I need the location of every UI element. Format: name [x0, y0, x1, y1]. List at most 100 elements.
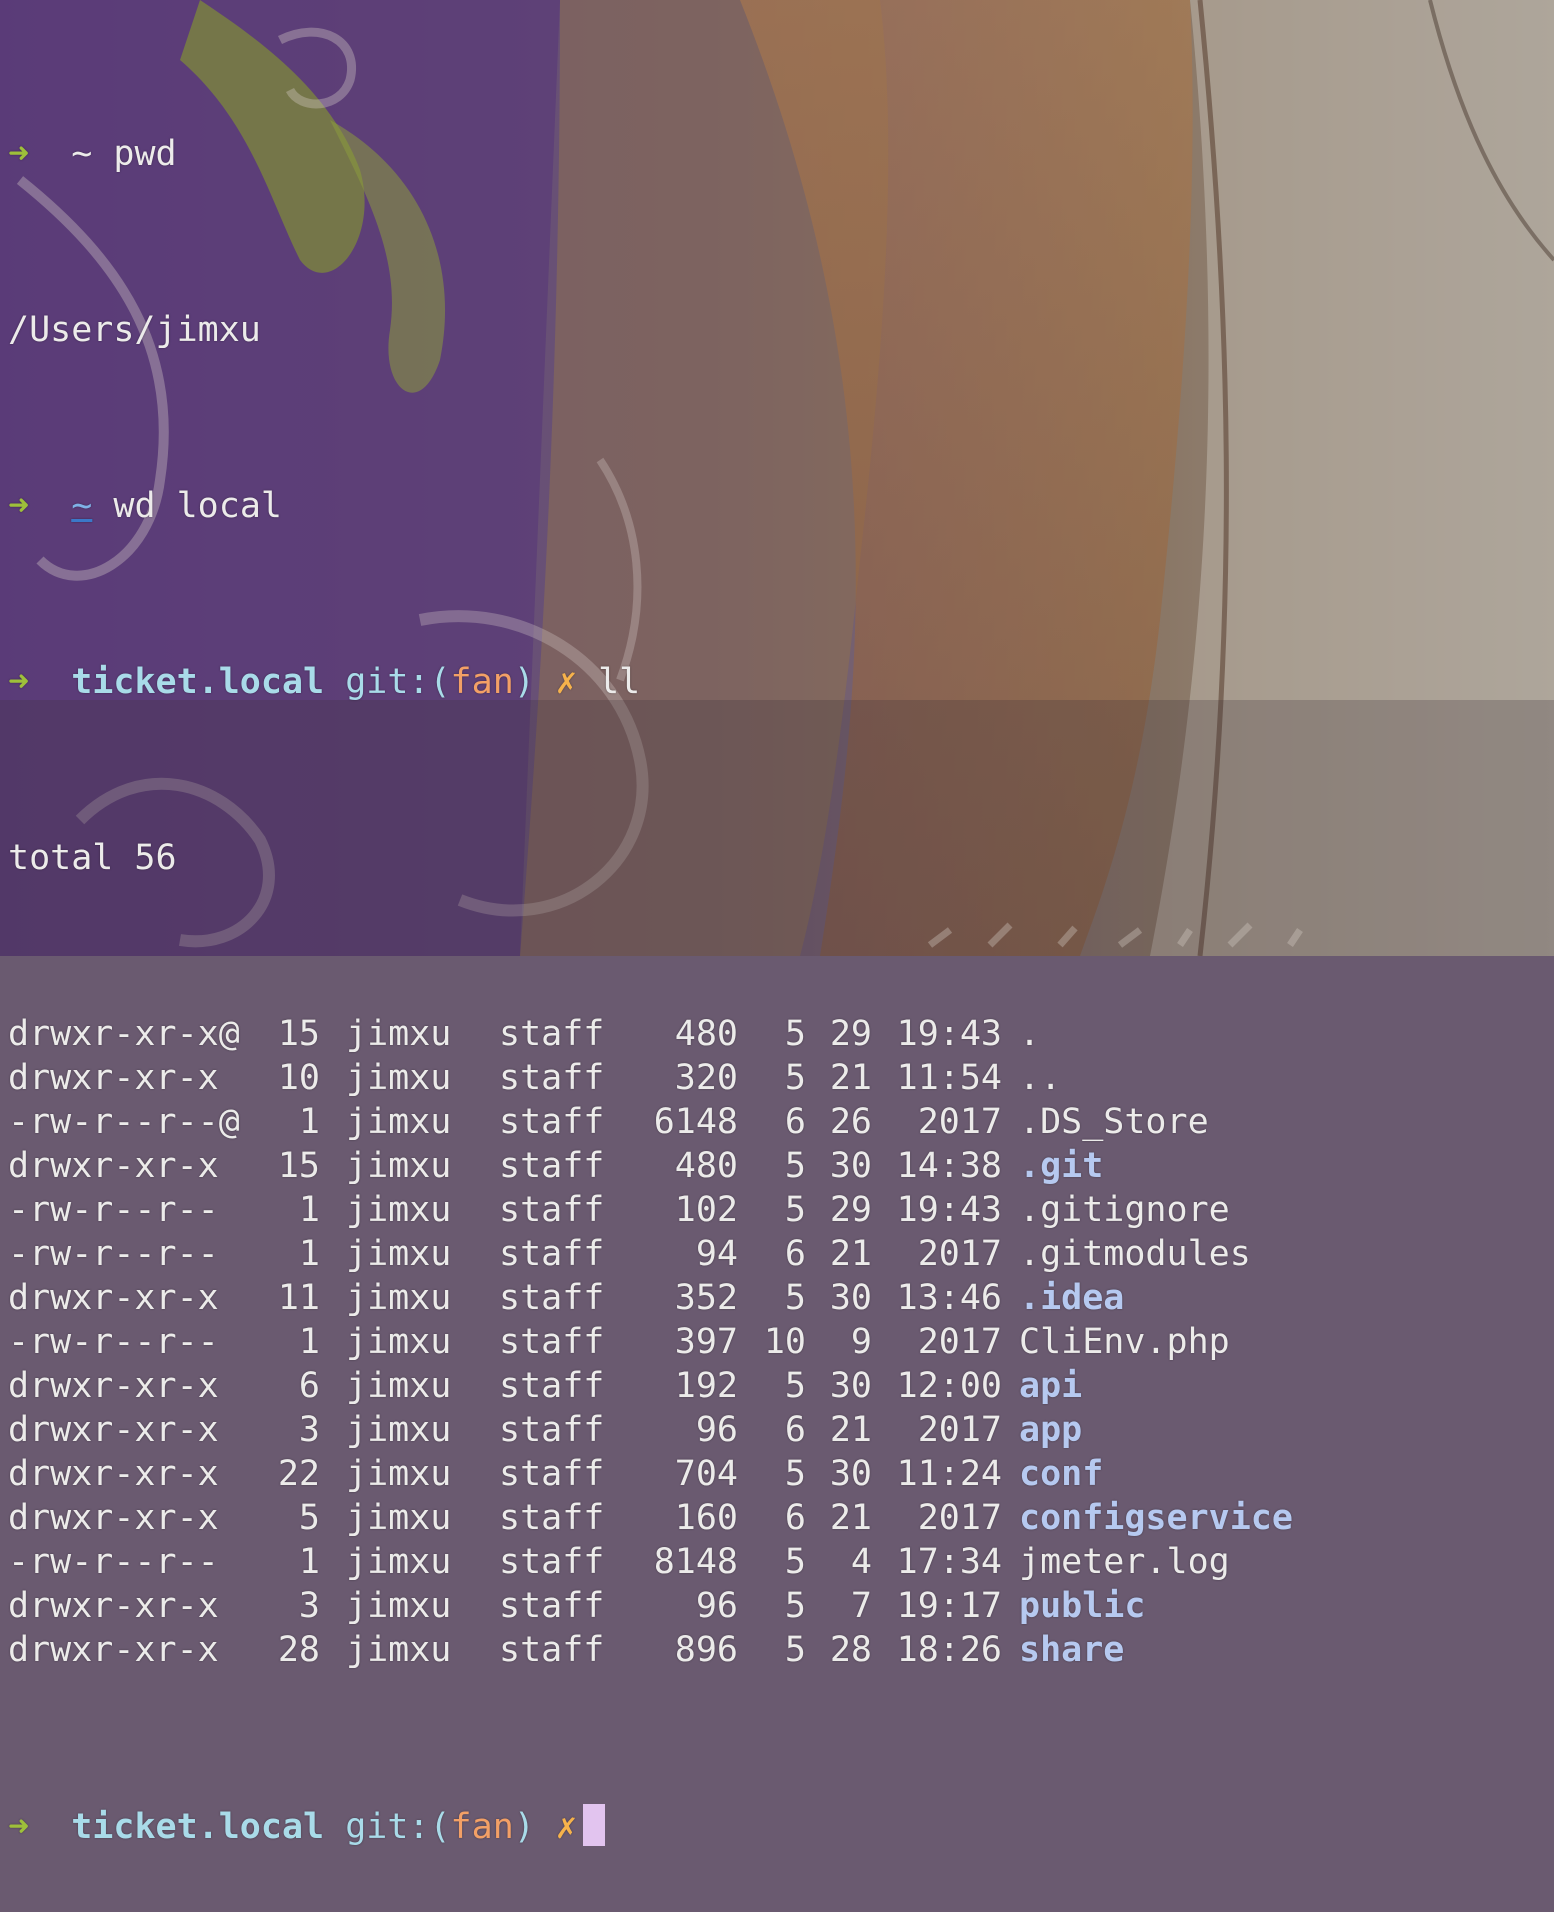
listing-time: 11:24: [896, 1454, 1002, 1494]
listing-owner: jimxu: [346, 1322, 452, 1362]
listing-row: -rw-r--r-- 1 jimxu staff 8148 5 4 17:34 jmeter.l…: [8, 1540, 1554, 1584]
prompt-line: ➜ ~ pwd: [8, 132, 1554, 176]
listing-month: 5: [784, 1366, 806, 1406]
listing-day: 28: [829, 1630, 872, 1670]
listing-day: 21: [829, 1234, 872, 1274]
listing-name: .: [1019, 1014, 1041, 1054]
listing-name: .DS_Store: [1019, 1102, 1209, 1142]
listing-day: 30: [829, 1146, 872, 1186]
listing-group: staff: [499, 1542, 605, 1582]
listing-group: staff: [499, 1630, 605, 1670]
listing-day: 4: [850, 1542, 872, 1582]
listing-name: conf: [1019, 1454, 1104, 1494]
git-prefix: git:(: [345, 1807, 451, 1847]
listing-perm: drwxr-xr-x: [8, 1410, 219, 1450]
listing-owner: jimxu: [346, 1498, 452, 1538]
listing-perm: drwxr-xr-x: [8, 1454, 219, 1494]
listing-perm: drwxr-xr-x: [8, 1498, 219, 1538]
listing-time: 2017: [917, 1234, 1002, 1274]
prompt-line: ➜ ~ wd local: [8, 484, 1554, 528]
dirty-icon: ✗: [555, 1807, 577, 1847]
listing-row: drwxr-xr-x 10 jimxu staff 320 5 21 11:54..: [8, 1056, 1554, 1100]
listing-perm: -rw-r--r--: [8, 1542, 219, 1582]
command-text: pwd: [113, 134, 177, 174]
listing-group: staff: [499, 1190, 605, 1230]
listing-group: staff: [499, 1234, 605, 1274]
listing-month: 5: [784, 1542, 806, 1582]
listing-time: 11:54: [896, 1058, 1002, 1098]
listing-month: 5: [784, 1190, 806, 1230]
listing-month: 5: [784, 1586, 806, 1626]
listing-links: 1: [298, 1542, 320, 1582]
listing-time: 19:43: [896, 1014, 1002, 1054]
listing-time: 18:26: [896, 1630, 1002, 1670]
listing-row: drwxr-xr-x 15 jimxu staff 480 5 30 14:38 .git: [8, 1144, 1554, 1188]
block-cursor-icon[interactable]: [583, 1804, 605, 1846]
listing-links: 10: [277, 1058, 320, 1098]
listing-row: drwxr-xr-x@ 15 jimxu staff 480 5 29 19:43.: [8, 1012, 1554, 1056]
listing-links: 11: [277, 1278, 320, 1318]
listing-size: 192: [674, 1366, 738, 1406]
arrow-right-icon: ➜: [8, 662, 30, 702]
output-text: total 56: [8, 838, 177, 878]
listing-day: 30: [829, 1278, 872, 1318]
listing-owner: jimxu: [346, 1146, 452, 1186]
listing-perm: drwxr-xr-x: [8, 1586, 219, 1626]
listing-links: 1: [298, 1102, 320, 1142]
listing-name: .git: [1019, 1146, 1104, 1186]
listing-month: 5: [784, 1454, 806, 1494]
listing-links: 1: [298, 1322, 320, 1362]
listing-month: 5: [784, 1058, 806, 1098]
listing-name: .gitignore: [1019, 1190, 1230, 1230]
listing-links: 5: [298, 1498, 320, 1538]
listing-time: 13:46: [896, 1278, 1002, 1318]
listing-owner: jimxu: [346, 1014, 452, 1054]
listing-owner: jimxu: [346, 1586, 452, 1626]
listing-perm: -rw-r--r--@: [8, 1102, 240, 1142]
listing-row: drwxr-xr-x 28 jimxu staff 896 5 28 18:26 share: [8, 1628, 1554, 1672]
listing-time: 2017: [917, 1498, 1002, 1538]
listing-links: 22: [277, 1454, 320, 1494]
listing-links: 3: [298, 1410, 320, 1450]
listing-group: staff: [499, 1454, 605, 1494]
listing-perm: drwxr-xr-x: [8, 1630, 219, 1670]
dirty-icon: ✗: [555, 662, 577, 702]
listing-perm: drwxr-xr-x: [8, 1278, 219, 1318]
listing-links: 28: [277, 1630, 320, 1670]
listing-owner: jimxu: [346, 1102, 452, 1142]
listing-row: drwxr-xr-x 3 jimxu staff 96 5 7 19:17 public: [8, 1584, 1554, 1628]
terminal-window[interactable]: ➜ ~ pwd /Users/jimxu ➜ ~ wd local ➜ tick…: [8, 0, 1554, 1847]
listing-size: 320: [674, 1058, 738, 1098]
listing-owner: jimxu: [346, 1190, 452, 1230]
listing-links: 3: [298, 1586, 320, 1626]
listing-group: staff: [499, 1014, 605, 1054]
listing-perm: drwxr-xr-x@: [8, 1014, 240, 1054]
prompt-line: ➜ ticket.local git:(fan) ✗ ll: [8, 660, 1554, 704]
listing-name: .gitmodules: [1019, 1234, 1251, 1274]
listing-size: 704: [674, 1454, 738, 1494]
listing-size: 480: [674, 1014, 738, 1054]
listing-row: drwxr-xr-x 22 jimxu staff 704 5 30 11:24 conf: [8, 1452, 1554, 1496]
listing-name: api: [1019, 1366, 1083, 1406]
listing-perm: -rw-r--r--: [8, 1322, 219, 1362]
listing-month: 5: [784, 1146, 806, 1186]
listing-time: 19:17: [896, 1586, 1002, 1626]
listing-time: 2017: [917, 1102, 1002, 1142]
listing-size: 397: [674, 1322, 738, 1362]
listing-perm: -rw-r--r--: [8, 1234, 219, 1274]
command-text: wd local: [113, 486, 282, 526]
listing-row: drwxr-xr-x 5 jimxu staff 160 6 21 2017 configser…: [8, 1496, 1554, 1540]
listing-time: 17:34: [896, 1542, 1002, 1582]
prompt-line[interactable]: ➜ ticket.local git:(fan) ✗: [8, 1804, 1554, 1848]
listing-month: 5: [784, 1014, 806, 1054]
listing-size: 160: [674, 1498, 738, 1538]
arrow-right-icon: ➜: [8, 134, 30, 174]
listing-name: jmeter.log: [1019, 1542, 1230, 1582]
listing-size: 96: [695, 1410, 738, 1450]
git-prefix: git:(: [345, 662, 451, 702]
listing-month: 6: [784, 1102, 806, 1142]
listing-time: 12:00: [896, 1366, 1002, 1406]
listing-group: staff: [499, 1586, 605, 1626]
listing-month: 10: [763, 1322, 806, 1362]
prompt-dir: ticket.local: [71, 1807, 325, 1847]
